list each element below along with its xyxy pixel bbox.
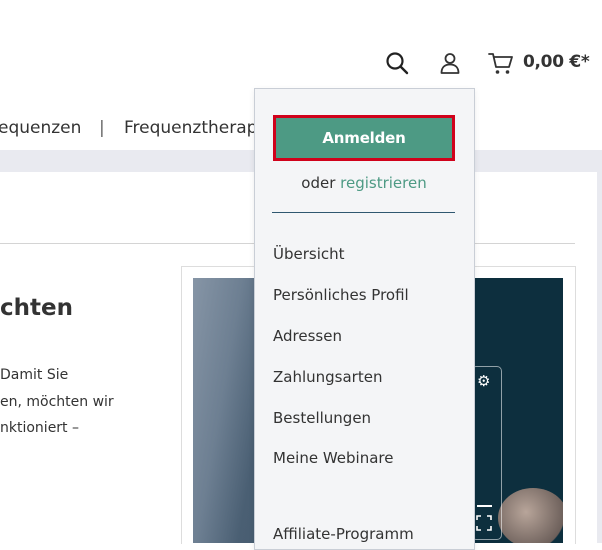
menu-item-profile[interactable]: Persönliches Profil bbox=[273, 286, 409, 304]
content-text-line: nktioniert – bbox=[0, 420, 79, 436]
menu-item-addresses[interactable]: Adressen bbox=[273, 327, 342, 345]
login-button[interactable]: Anmelden bbox=[273, 115, 455, 161]
menu-item-payment-methods[interactable]: Zahlungsarten bbox=[273, 368, 382, 386]
menu-item-overview[interactable]: Übersicht bbox=[273, 245, 345, 263]
search-icon bbox=[386, 52, 409, 75]
nav-item-frequenzen[interactable]: equenzen bbox=[0, 118, 81, 138]
account-button[interactable] bbox=[437, 50, 463, 76]
dropdown-divider bbox=[272, 212, 455, 213]
fullscreen-icon[interactable] bbox=[476, 515, 492, 531]
user-icon bbox=[440, 53, 460, 74]
nav-item-frequenztherapie[interactable]: Frequenztherap bbox=[124, 118, 257, 138]
video-image-detail bbox=[498, 488, 563, 543]
volume-bar[interactable] bbox=[477, 505, 492, 507]
register-prefix: oder bbox=[301, 174, 341, 192]
menu-item-orders[interactable]: Bestellungen bbox=[273, 409, 371, 427]
register-line: oder registrieren bbox=[273, 174, 455, 192]
content-title: chten bbox=[0, 295, 73, 321]
video-controls: ⚙ bbox=[471, 366, 502, 540]
content-text-line: en, möchten wir bbox=[0, 394, 114, 410]
search-button[interactable] bbox=[384, 50, 410, 76]
register-link[interactable]: registrieren bbox=[340, 174, 427, 192]
content-text-line: Damit Sie bbox=[0, 367, 69, 383]
gear-icon[interactable]: ⚙ bbox=[477, 374, 490, 389]
nav-separator: | bbox=[99, 118, 105, 138]
cart-total[interactable]: 0,00 €* bbox=[523, 52, 590, 72]
menu-item-affiliate[interactable]: Affiliate-Programm bbox=[273, 525, 414, 543]
menu-item-webinars[interactable]: Meine Webinare bbox=[273, 449, 393, 467]
cart-button[interactable] bbox=[487, 50, 515, 76]
cart-icon bbox=[488, 53, 513, 74]
